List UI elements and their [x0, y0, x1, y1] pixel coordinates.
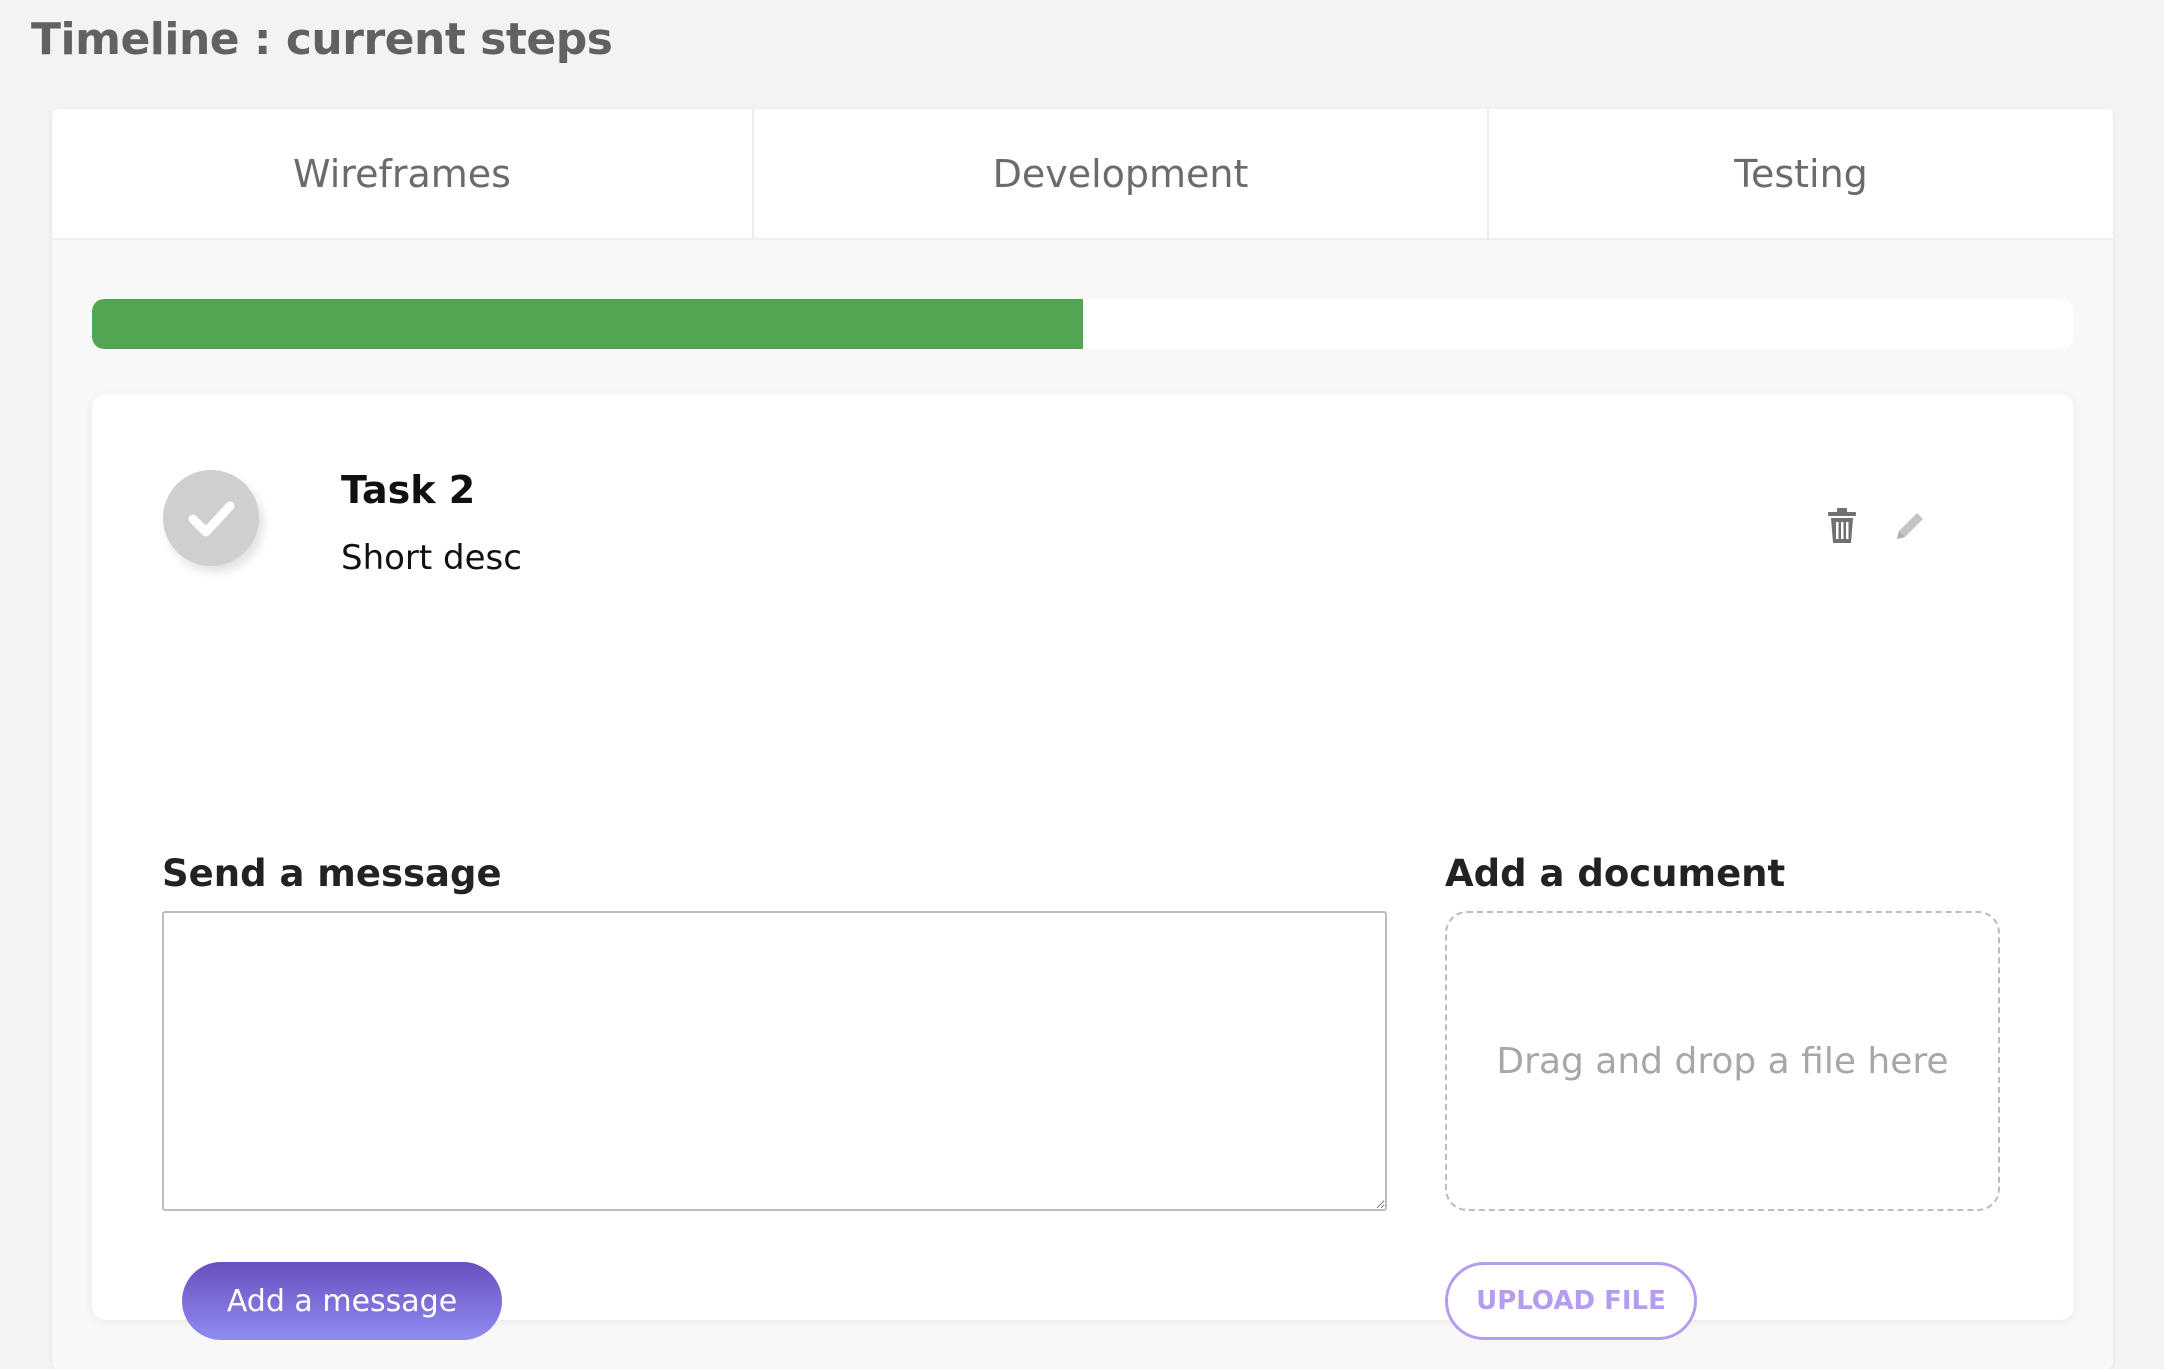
send-message-label: Send a message: [162, 852, 502, 895]
task-panel: Task 2 Short desc Send a message Add a m…: [92, 394, 2074, 1340]
progress-bar-fill: [92, 299, 1083, 349]
task-description: Short desc: [341, 538, 522, 578]
dropzone-text: Drag and drop a file here: [1496, 1040, 1949, 1082]
add-message-button[interactable]: Add a message: [182, 1262, 502, 1340]
tab-wireframes[interactable]: Wireframes: [52, 109, 754, 240]
message-input[interactable]: [162, 911, 1387, 1211]
tab-development[interactable]: Development: [754, 109, 1489, 240]
timeline-card: Wireframes Development Testing Task 2 Sh…: [52, 109, 2113, 1369]
check-icon[interactable]: [163, 470, 259, 566]
upload-file-button[interactable]: UPLOAD FILE: [1445, 1262, 1697, 1340]
progress-bar: [92, 299, 2074, 349]
step-tabs: Wireframes Development Testing: [52, 109, 2113, 240]
file-dropzone[interactable]: Drag and drop a file here: [1445, 911, 2000, 1211]
pencil-icon[interactable]: [1888, 504, 1932, 548]
page-title: Timeline : current steps: [31, 14, 613, 65]
tab-testing[interactable]: Testing: [1489, 109, 2113, 240]
trash-icon[interactable]: [1820, 504, 1864, 548]
task-title: Task 2: [341, 468, 476, 512]
add-document-label: Add a document: [1445, 852, 1786, 895]
